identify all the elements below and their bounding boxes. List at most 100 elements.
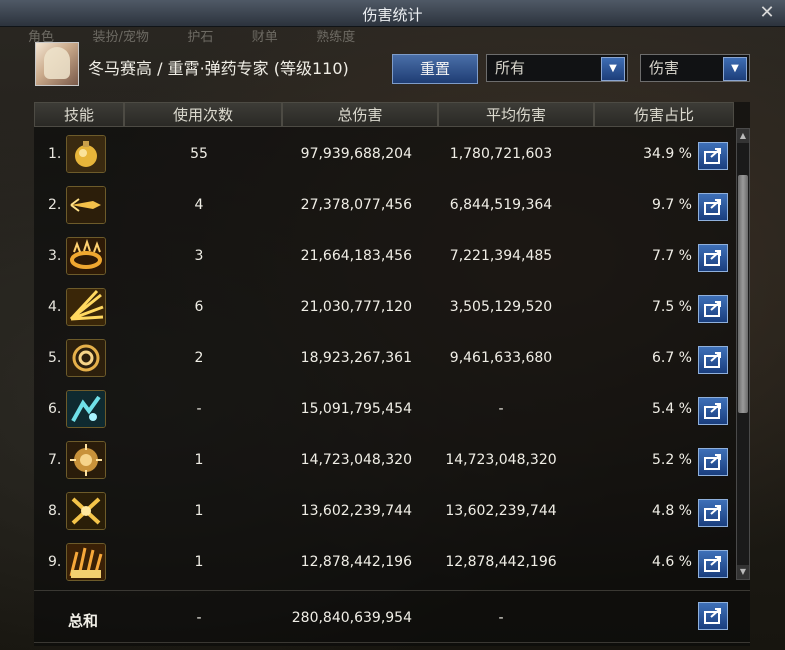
rocket-icon	[66, 186, 106, 224]
title-bar[interactable]: 伤害统计 ✕	[0, 0, 785, 27]
row-total-damage: 97,939,688,204	[300, 146, 412, 162]
row-uses: 4	[194, 197, 204, 213]
chevron-down-icon[interactable]: ▼	[601, 57, 625, 81]
total-uses: -	[196, 610, 202, 626]
share-icon[interactable]	[698, 295, 728, 323]
row-total-damage: 14,723,048,320	[300, 452, 412, 468]
burst-icon	[66, 288, 106, 326]
reset-button[interactable]: 重置	[392, 54, 478, 84]
row-uses: 1	[194, 503, 204, 519]
share-icon[interactable]	[698, 448, 728, 476]
row-uses: 2	[194, 350, 204, 366]
chevron-down-icon[interactable]: ▼	[723, 57, 747, 81]
row-total-damage: 21,030,777,120	[300, 299, 412, 315]
window-title: 伤害统计	[362, 6, 423, 24]
scroll-thumb[interactable]	[738, 175, 748, 413]
row-rank: 2.	[48, 197, 62, 213]
grenade-icon	[66, 135, 106, 173]
table-row[interactable]: 5. 2 18,923,267,361 9,461,633,680 6.7 %	[34, 332, 734, 383]
bg-tab: 装扮/宠物	[92, 30, 149, 45]
share-icon[interactable]	[698, 499, 728, 527]
row-avg-damage: 9,461,633,680	[449, 350, 553, 366]
row-total-damage: 21,664,183,456	[300, 248, 412, 264]
row-uses: 1	[194, 554, 204, 570]
row-total-damage: 27,378,077,456	[300, 197, 412, 213]
row-avg-damage: 7,221,394,485	[449, 248, 553, 264]
row-damage-pct: 4.8 %	[651, 503, 692, 519]
col-uses-header[interactable]: 使用次数	[124, 102, 282, 127]
row-total-damage: 18,923,267,361	[300, 350, 412, 366]
row-uses: 55	[190, 146, 208, 162]
total-damage: 280,840,639,954	[291, 610, 412, 626]
table-row[interactable]: 2. 4 27,378,077,456 6,844,519,364 9.7 %	[34, 179, 734, 230]
col-avg-header[interactable]: 平均伤害	[438, 102, 594, 127]
table-header: 技能 使用次数 总伤害 平均伤害 伤害占比	[34, 102, 734, 128]
table-row[interactable]: 9. 1 12,878,442,196 12,878,442,196 4.6 %	[34, 536, 734, 587]
row-avg-damage: 6,844,519,364	[449, 197, 553, 213]
share-icon[interactable]	[698, 550, 728, 578]
row-total-damage: 12,878,442,196	[300, 554, 412, 570]
col-skill-header[interactable]: 技能	[34, 102, 124, 127]
ice-shard-icon	[66, 390, 106, 428]
row-rank: 8.	[48, 503, 62, 519]
row-uses: 3	[194, 248, 204, 264]
total-label: 总和	[68, 612, 99, 630]
background-tabs: 角色 装扮/宠物 护石 财单 熟练度	[28, 26, 389, 45]
table-row[interactable]: 1. 55 97,939,688,204 1,780,721,603 34.9 %	[34, 128, 734, 179]
table-scrollbar[interactable]: ▲ ▼	[736, 128, 750, 580]
divider	[34, 642, 750, 643]
total-avg: -	[498, 610, 504, 626]
row-avg-damage: 14,723,048,320	[445, 452, 557, 468]
crossfire-icon	[66, 492, 106, 530]
metric-value: 伤害	[649, 59, 680, 77]
total-row: 总和 - 280,840,639,954 -	[34, 594, 750, 638]
bg-tab: 财单	[251, 30, 278, 45]
table-row[interactable]: 3. 3 21,664,183,456 7,221,394,485 7.7 %	[34, 230, 734, 281]
share-icon[interactable]	[698, 397, 728, 425]
scroll-up-icon[interactable]: ▲	[737, 129, 749, 143]
explosion-icon	[66, 441, 106, 479]
bg-tab: 护石	[187, 30, 214, 45]
row-damage-pct: 5.4 %	[651, 401, 692, 417]
table-row[interactable]: 8. 1 13,602,239,744 13,602,239,744 4.8 %	[34, 485, 734, 536]
filter-value: 所有	[495, 59, 526, 77]
damage-table: 技能 使用次数 总伤害 平均伤害 伤害占比 1. 55 97,939,688,204…	[34, 102, 750, 646]
scroll-down-icon[interactable]: ▼	[737, 565, 749, 579]
row-uses: 6	[194, 299, 204, 315]
row-total-damage: 13,602,239,744	[300, 503, 412, 519]
row-rank: 5.	[48, 350, 62, 366]
character-avatar	[35, 42, 79, 86]
row-rank: 7.	[48, 452, 62, 468]
row-uses: -	[196, 401, 202, 417]
filter-dropdown[interactable]: 所有 ▼	[486, 54, 628, 82]
vortex-icon	[66, 339, 106, 377]
metric-dropdown[interactable]: 伤害 ▼	[640, 54, 750, 82]
row-avg-damage: 12,878,442,196	[445, 554, 557, 570]
table-row[interactable]: 4. 6 21,030,777,120 3,505,129,520 7.5 %	[34, 281, 734, 332]
col-pct-header[interactable]: 伤害占比	[594, 102, 734, 127]
table-row[interactable]: 7. 1 14,723,048,320 14,723,048,320 5.2 %	[34, 434, 734, 485]
row-avg-damage: 1,780,721,603	[449, 146, 553, 162]
share-icon[interactable]	[698, 142, 728, 170]
row-total-damage: 15,091,795,454	[300, 401, 412, 417]
row-rank: 4.	[48, 299, 62, 315]
share-icon[interactable]	[698, 244, 728, 272]
share-icon[interactable]	[698, 193, 728, 221]
close-icon[interactable]: ✕	[757, 3, 777, 23]
divider	[34, 590, 750, 591]
bg-tab: 熟练度	[316, 30, 356, 45]
table-row[interactable]: 6. - 15,091,795,454 - 5.4 %	[34, 383, 734, 434]
row-damage-pct: 5.2 %	[651, 452, 692, 468]
row-damage-pct: 9.7 %	[651, 197, 692, 213]
row-avg-damage: 3,505,129,520	[449, 299, 553, 315]
row-rank: 6.	[48, 401, 62, 417]
col-total-header[interactable]: 总伤害	[282, 102, 438, 127]
blast-wave-icon	[66, 543, 106, 581]
row-rank: 3.	[48, 248, 62, 264]
row-damage-pct: 6.7 %	[651, 350, 692, 366]
share-icon[interactable]	[698, 602, 728, 630]
row-avg-damage: 13,602,239,744	[445, 503, 557, 519]
row-damage-pct: 34.9 %	[643, 146, 692, 162]
character-name: 冬马赛高 / 重霄·弹药专家 (等级110)	[88, 59, 349, 78]
share-icon[interactable]	[698, 346, 728, 374]
